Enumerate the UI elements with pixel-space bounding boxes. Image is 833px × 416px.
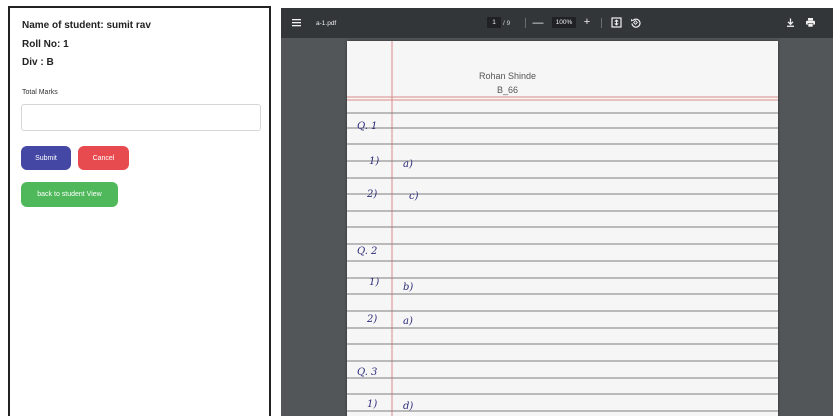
question-label: Q. 1 xyxy=(357,121,378,132)
print-icon[interactable] xyxy=(805,17,816,28)
answer-number: 1) xyxy=(369,277,380,288)
grading-form-panel: Name of student: sumit rav Roll No: 1 Di… xyxy=(8,6,271,416)
total-marks-label: Total Marks xyxy=(22,89,58,96)
zoom-in-button[interactable]: + xyxy=(582,16,592,28)
student-name: Name of student: sumit rav xyxy=(22,20,151,31)
back-to-student-view-button[interactable]: back to student View xyxy=(21,182,118,207)
zoom-out-button[interactable]: — xyxy=(533,17,544,29)
rotate-icon[interactable] xyxy=(630,17,641,28)
page-total: / 9 xyxy=(503,19,511,27)
answer-number: 1) xyxy=(369,156,380,167)
question-label: Q. 2 xyxy=(357,246,378,257)
student-division: Div : B xyxy=(22,57,54,68)
answer-number: 2) xyxy=(367,314,378,325)
zoom-level-input[interactable]: 100% xyxy=(552,17,576,28)
answer-option: d) xyxy=(403,401,414,412)
page-number-input[interactable]: 1 xyxy=(487,17,501,28)
answer-option: a) xyxy=(403,159,413,170)
toolbar-divider xyxy=(601,18,602,28)
answer-option: a) xyxy=(403,316,413,327)
answer-option: c) xyxy=(409,191,419,202)
ruled-paper-lines xyxy=(347,41,778,416)
answer-number: 1) xyxy=(367,399,378,410)
pdf-toolbar: a-1.pdf 1 / 9 — 100% + xyxy=(281,8,833,38)
document-header-roll: B_66 xyxy=(497,85,519,95)
toolbar-divider xyxy=(525,18,526,28)
answer-number: 2) xyxy=(367,189,378,200)
pdf-viewer: a-1.pdf 1 / 9 — 100% + Rohan Shinde B_66… xyxy=(281,8,833,416)
fit-page-icon[interactable] xyxy=(611,17,622,28)
submit-button[interactable]: Submit xyxy=(21,146,71,170)
cancel-button[interactable]: Cancel xyxy=(78,146,129,170)
total-marks-input[interactable] xyxy=(21,104,261,131)
menu-icon[interactable] xyxy=(291,17,302,28)
file-name: a-1.pdf xyxy=(316,19,337,27)
document-header-name: Rohan Shinde xyxy=(479,71,537,81)
download-icon[interactable] xyxy=(785,17,796,28)
student-roll-no: Roll No: 1 xyxy=(22,39,69,50)
pdf-page: Rohan Shinde B_66 Q. 1 1) a) 2) c) Q. 2 … xyxy=(347,41,778,416)
answer-option: b) xyxy=(403,282,414,293)
question-label: Q. 3 xyxy=(357,367,378,378)
